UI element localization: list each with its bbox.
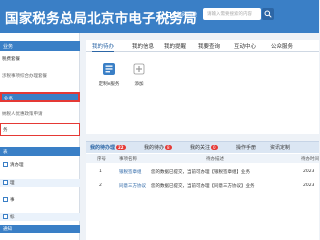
sidebar-item-combined-package[interactable]: 涉税事项综合办理套餐 — [0, 73, 80, 79]
add-icon — [131, 61, 147, 77]
checkbox-icon — [3, 197, 8, 202]
todo-table: 序号 事项名称 待办描述 待办时间 1 银税签章组 您的数据已提交，当前可办理【… — [86, 153, 319, 240]
sidebar-notice-header[interactable]: 通知 — [0, 225, 80, 233]
table-row[interactable]: 2 同意三方协议 您的数据已提交，当前可办理【同意三方协议】业务 2023 — [86, 181, 319, 190]
sidebar-item-tax-package[interactable]: 税费套餐 — [0, 56, 80, 62]
tab-my-info[interactable]: 我的信息 — [132, 42, 154, 50]
task-tab-subscribe[interactable]: 资讯定制 — [270, 144, 290, 151]
count-badge: 22 — [116, 145, 126, 150]
sidebar-list-title: 表 — [0, 147, 80, 156]
sidebar-list-item[interactable]: 事 — [0, 196, 80, 204]
tile-label: 添加 — [134, 82, 144, 87]
checkbox-icon — [3, 162, 8, 167]
tab-public-service[interactable]: 公众服务 — [271, 42, 293, 50]
top-header: 国家税务总局北京市电子税务局 无障碍阅读 请输入需要搜索的内容 — [0, 0, 319, 33]
tab-query[interactable]: 我要查询 — [198, 42, 220, 50]
search-icon — [264, 10, 272, 18]
quick-service-panel: 定制e服务 添加 — [86, 52, 319, 134]
tab-interaction[interactable]: 互动中心 — [234, 42, 256, 50]
accessibility-icon — [166, 12, 171, 17]
task-icon — [101, 61, 117, 77]
item-link[interactable]: 同意三方协议 — [119, 183, 146, 189]
task-tab-follow[interactable]: 我的关注 0 — [190, 144, 218, 151]
sidebar-item-business[interactable]: 业务 — [0, 92, 80, 102]
tab-my-reminder[interactable]: 我的提醒 — [164, 42, 186, 50]
checkbox-icon — [3, 214, 8, 219]
table-row[interactable]: 1 银税签章组 您的数据已提交，当前可办理【银税签章组】业务 2023 — [86, 167, 319, 176]
checkbox-icon — [3, 180, 8, 185]
sidebar-list-item[interactable]: 标 — [0, 213, 80, 221]
count-badge: 0 — [211, 145, 218, 150]
table-header: 序号 事项名称 待办描述 待办时间 — [86, 154, 319, 163]
sidebar-list-item[interactable]: 清办理 — [0, 161, 80, 169]
custom-eservice-tile[interactable]: 定制e服务 — [94, 61, 124, 87]
task-tab-manual[interactable]: 操作手册 — [236, 144, 256, 151]
accessibility-label: 无障碍阅读 — [172, 12, 198, 18]
sidebar-item-service[interactable]: 务 — [0, 123, 80, 136]
task-tab-pending[interactable]: 我的待办理 22 — [90, 144, 126, 151]
task-tab-todo[interactable]: 我的待办 8 — [144, 144, 172, 151]
tab-my-todo[interactable]: 我的待办 — [92, 42, 115, 52]
search-button[interactable] — [262, 8, 274, 20]
sidebar-section-title: 业务 — [0, 41, 80, 51]
accessibility-toggle[interactable]: 无障碍阅读 — [166, 11, 197, 18]
sidebar-list-item[interactable]: 理 — [0, 179, 80, 187]
search-input[interactable]: 请输入需要搜索的内容 — [203, 8, 261, 20]
item-link[interactable]: 银税签章组 — [119, 169, 142, 175]
main-tab-bar: 我的待办 我的信息 我的提醒 我要查询 互动中心 公众服务 — [86, 40, 319, 52]
sidebar: 业务 税费套餐 涉税事项综合办理套餐 业务 纳税人优惠政策申请 务 表 清办理 … — [0, 33, 80, 240]
count-badge: 8 — [165, 145, 172, 150]
tile-label: 定制e服务 — [98, 82, 120, 87]
sidebar-item-preferential-policy[interactable]: 纳税人优惠政策申请 — [0, 111, 80, 117]
task-tab-bar: 我的待办理 22 我的待办 8 我的关注 0 操作手册 资讯定制 — [86, 141, 319, 153]
add-service-tile[interactable]: 添加 — [124, 61, 154, 87]
